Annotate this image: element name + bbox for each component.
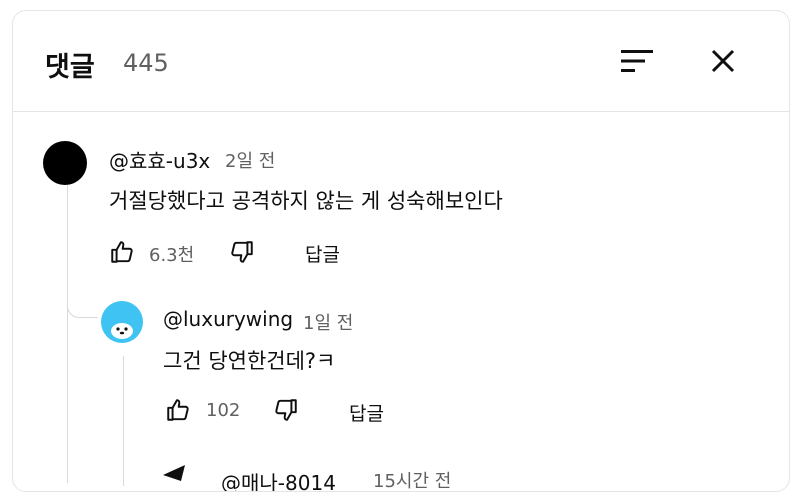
like-button[interactable] [107, 237, 137, 267]
dislike-button[interactable] [271, 395, 301, 425]
close-button[interactable] [701, 39, 745, 83]
sort-button[interactable] [613, 41, 661, 81]
comment-author[interactable]: @효효-u3x [109, 145, 210, 174]
like-count: 6.3천 [149, 245, 195, 266]
thumbs-down-icon [275, 399, 297, 421]
thumbs-up-icon [111, 241, 133, 263]
reply-thread-line [123, 356, 124, 486]
sort-icon [621, 50, 653, 72]
thread-branch [67, 303, 98, 318]
reply-text: 그건 당연한건데?ㅋ [163, 349, 336, 373]
thumbs-down-icon [231, 241, 253, 263]
close-icon [711, 49, 735, 73]
reply-time[interactable]: 15시간 전 [373, 467, 451, 491]
avatar[interactable] [43, 141, 87, 185]
thumbs-up-icon [167, 399, 189, 421]
reply-author[interactable]: @luxurywing [163, 307, 293, 331]
reply-button[interactable]: 답글 [349, 399, 384, 426]
thread-line [67, 183, 68, 483]
dislike-button[interactable] [227, 237, 257, 267]
comments-panel: 댓글 445 @효효-u3x 2일 전 거절당했다고 공격하지 않는 게 성숙해… [12, 10, 790, 492]
reply-time[interactable]: 1일 전 [303, 309, 353, 335]
avatar-icon [163, 465, 185, 481]
avatar[interactable] [101, 301, 143, 343]
comment-text: 거절당했다고 공격하지 않는 게 성숙해보인다 [109, 189, 503, 213]
comment-time[interactable]: 2일 전 [225, 147, 275, 173]
reply-author[interactable]: @매나-8014 [221, 467, 336, 491]
comments-title: 댓글 [45, 52, 95, 83]
avatar-character-icon [111, 323, 133, 339]
comments-count: 445 [123, 49, 169, 77]
like-button[interactable] [163, 395, 193, 425]
like-count: 102 [206, 400, 241, 421]
reply-button[interactable]: 답글 [305, 240, 340, 267]
comments-header: 댓글 445 [13, 11, 789, 112]
